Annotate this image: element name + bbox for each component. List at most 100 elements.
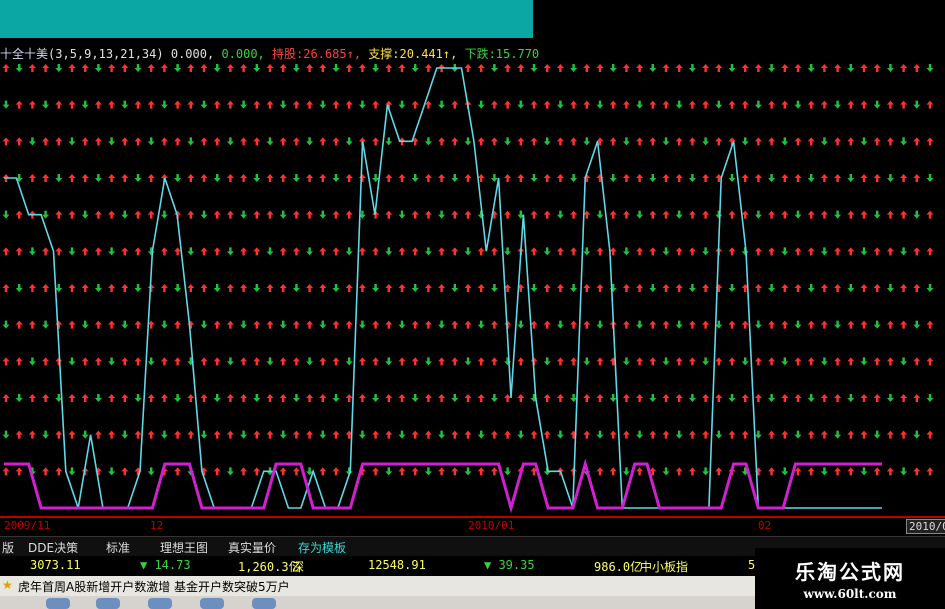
quote-change: ▼ 14.73 (140, 558, 191, 572)
up-arrow-mark (15, 320, 23, 329)
drop-label: 下跌: (464, 47, 496, 61)
down-arrow-mark (556, 100, 564, 109)
up-arrow-mark (187, 430, 195, 439)
up-arrow-mark (134, 137, 142, 146)
x-tick-label: 2010/01 (468, 519, 515, 532)
tab-standard[interactable]: 标准 (106, 539, 130, 556)
up-arrow-mark (240, 357, 248, 366)
down-arrow-mark (517, 320, 525, 329)
up-arrow-mark (121, 174, 129, 182)
up-arrow-mark (81, 394, 89, 402)
down-arrow-mark (820, 357, 828, 366)
up-arrow-mark (741, 174, 749, 182)
taskbar-app-icon[interactable] (46, 598, 70, 609)
down-arrow-mark (332, 174, 340, 182)
up-arrow-mark (266, 284, 274, 292)
down-arrow-mark (622, 137, 630, 146)
down-arrow-mark (636, 430, 644, 439)
up-arrow-mark (68, 210, 76, 219)
title-bar (0, 0, 533, 38)
down-arrow-mark (794, 100, 802, 109)
up-arrow-mark (490, 320, 498, 329)
news-headline[interactable]: 虎年首周A股新增开户数激增 基金开户数突破5万户 (18, 578, 290, 595)
up-arrow-mark (240, 394, 248, 402)
up-arrow-mark (451, 210, 459, 219)
down-arrow-mark (556, 210, 564, 219)
down-arrow-mark (94, 174, 102, 182)
up-arrow-mark (543, 64, 551, 72)
up-arrow-mark (860, 100, 868, 109)
up-arrow-mark (226, 100, 234, 109)
down-arrow-mark (358, 320, 366, 329)
up-arrow-mark (530, 247, 538, 256)
up-arrow-mark (688, 247, 696, 256)
taskbar-app-icon[interactable] (252, 598, 276, 609)
up-arrow-mark (728, 357, 736, 366)
up-arrow-mark (794, 247, 802, 256)
up-arrow-mark (556, 284, 564, 292)
up-arrow-mark (886, 100, 894, 109)
up-arrow-mark (358, 394, 366, 402)
tab-volume-price[interactable]: 真实量价 (228, 539, 276, 556)
up-arrow-mark (266, 174, 274, 182)
up-arrow-mark (847, 430, 855, 439)
down-arrow-mark (240, 320, 248, 329)
up-arrow-mark (319, 137, 327, 146)
up-arrow-mark (213, 467, 221, 476)
up-arrow-mark (688, 210, 696, 219)
up-arrow-mark (240, 284, 248, 292)
up-arrow-mark (15, 210, 23, 219)
up-arrow-mark (68, 430, 76, 439)
up-arrow-mark (715, 467, 723, 476)
up-arrow-mark (926, 430, 934, 439)
x-axis: 2009/11 12 2010/01 02 2010/0 (0, 516, 945, 536)
tab-ideal[interactable]: 理想王图 (160, 539, 208, 556)
down-arrow-mark (279, 100, 287, 109)
up-arrow-mark (781, 320, 789, 329)
down-arrow-mark (728, 284, 736, 292)
up-arrow-mark (28, 394, 36, 402)
up-arrow-mark (847, 357, 855, 366)
up-arrow-mark (662, 100, 670, 109)
down-arrow-mark (741, 137, 749, 146)
taskbar-app-icon[interactable] (200, 598, 224, 609)
indicator-chart[interactable] (0, 60, 945, 516)
taskbar-app-icon[interactable] (96, 598, 120, 609)
tab-dde[interactable]: DDE决策 (28, 539, 78, 556)
taskbar-app-icon[interactable] (148, 598, 172, 609)
up-arrow-mark (754, 357, 762, 366)
tab-version[interactable]: 版 (2, 539, 14, 556)
up-arrow-mark (530, 100, 538, 109)
up-arrow-mark (662, 430, 670, 439)
up-arrow-mark (543, 174, 551, 182)
up-arrow-mark (464, 64, 472, 72)
down-arrow-mark (424, 247, 432, 256)
news-ticker[interactable]: ★ 虎年首周A股新增开户数激增 基金开户数突破5万户 (0, 576, 760, 596)
up-arrow-mark (464, 174, 472, 182)
tab-save-template[interactable]: 存为模板 (298, 539, 346, 556)
up-arrow-mark (688, 430, 696, 439)
down-arrow-mark (398, 430, 406, 439)
down-arrow-mark (490, 394, 498, 402)
up-arrow-mark (847, 100, 855, 109)
up-arrow-mark (926, 357, 934, 366)
down-arrow-mark (424, 137, 432, 146)
up-arrow-mark (543, 320, 551, 329)
up-arrow-mark (398, 247, 406, 256)
down-arrow-mark (649, 394, 657, 402)
up-arrow-mark (292, 320, 300, 329)
up-arrow-mark (372, 137, 380, 146)
down-arrow-mark (477, 320, 485, 329)
down-arrow-mark (517, 100, 525, 109)
down-arrow-mark (583, 357, 591, 366)
down-arrow-mark (596, 100, 604, 109)
up-arrow-mark (108, 174, 116, 182)
up-arrow-mark (174, 430, 182, 439)
up-arrow-mark (873, 137, 881, 146)
down-arrow-mark (385, 357, 393, 366)
up-arrow-mark (688, 357, 696, 366)
up-arrow-mark (504, 174, 512, 182)
up-arrow-mark (834, 394, 842, 402)
down-arrow-mark (688, 64, 696, 72)
up-arrow-mark (68, 64, 76, 72)
